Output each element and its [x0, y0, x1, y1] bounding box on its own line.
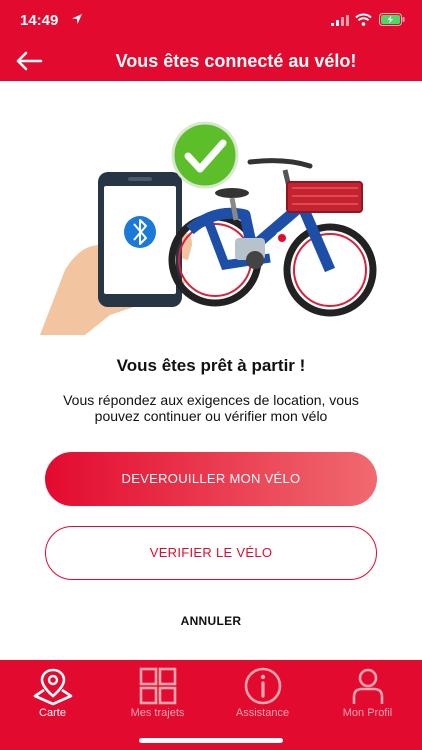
wifi-icon — [355, 13, 372, 26]
tab-label-mon-profil: Mon Profil — [342, 707, 393, 719]
bottom-tab-bar: Carte Mes trajets Assistance Mon Profil — [0, 660, 422, 750]
unlock-bike-button[interactable]: DEVEROUILLER MON VÉLO — [45, 452, 377, 506]
user-icon — [352, 668, 384, 704]
tab-label-mes-trajets: Mes trajets — [130, 707, 185, 719]
tab-label-assistance: Assistance — [235, 707, 290, 719]
tab-label-carte: Carte — [39, 707, 66, 719]
ready-headline: Vous êtes prêt à partir ! — [116, 356, 306, 375]
check-circle-icon — [171, 121, 239, 189]
home-indicator — [139, 738, 283, 743]
cellular-signal-icon — [331, 15, 349, 26]
tab-mes-trajets[interactable]: Mes trajets — [105, 660, 210, 730]
tab-assistance[interactable]: Assistance — [210, 660, 315, 730]
battery-charging-icon — [379, 13, 405, 26]
requirements-description: Vous répondez aux exigences de location,… — [63, 392, 359, 424]
status-bar: 14:49 — [0, 0, 422, 40]
tab-mon-profil[interactable]: Mon Profil — [315, 660, 420, 730]
status-time: 14:49 — [20, 12, 59, 29]
connected-bike-illustration — [40, 121, 377, 335]
info-icon — [244, 667, 282, 705]
header: 14:49 Vous êtes connecté au vélo! — [0, 0, 422, 81]
location-arrow-icon — [72, 14, 82, 24]
grid-icon — [139, 667, 177, 705]
tab-carte[interactable]: Carte — [0, 660, 105, 730]
bluetooth-icon — [124, 216, 156, 248]
map-pin-icon — [33, 668, 73, 706]
cancel-button[interactable]: ANNULER — [0, 614, 422, 628]
back-arrow-icon[interactable] — [14, 49, 44, 73]
check-bike-button[interactable]: VERIFIER LE VÉLO — [45, 526, 377, 580]
page-title: Vous êtes connecté au vélo! — [115, 51, 357, 71]
